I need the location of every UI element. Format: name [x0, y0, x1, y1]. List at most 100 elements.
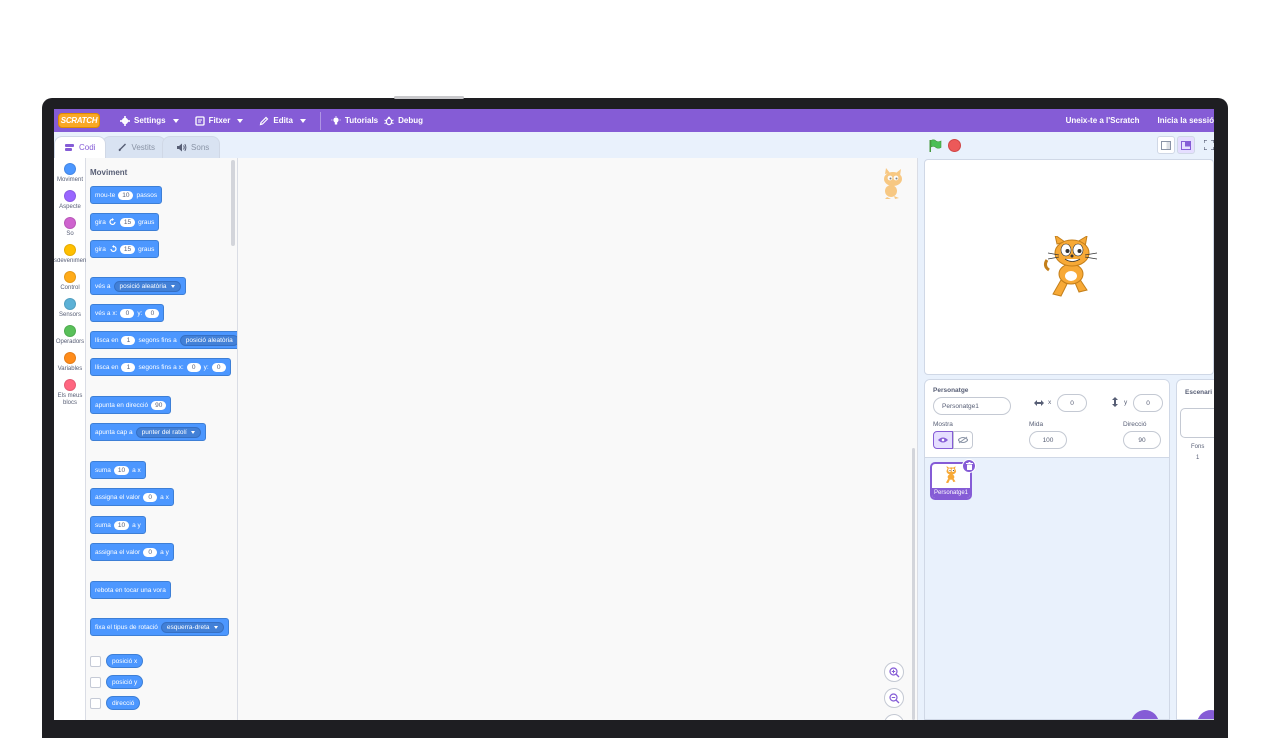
- delete-sprite-button[interactable]: [962, 459, 976, 473]
- category-variables[interactable]: Variables: [54, 352, 86, 373]
- category-operators[interactable]: Operadors: [54, 325, 86, 346]
- category-dot: [64, 244, 76, 256]
- stage-canvas[interactable]: [924, 159, 1214, 375]
- category-sound[interactable]: So: [54, 217, 86, 238]
- file-menu[interactable]: Fitxer: [187, 109, 252, 132]
- tab-code[interactable]: Codi: [54, 136, 107, 158]
- sprite-name-field[interactable]: Personatge1: [933, 397, 1011, 415]
- tab-costumes-label: Vestits: [131, 143, 156, 152]
- settings-menu[interactable]: Settings: [112, 109, 187, 132]
- zoom-reset-button[interactable]: [884, 714, 904, 720]
- fullscreen-button[interactable]: [1200, 136, 1214, 154]
- add-backdrop-button[interactable]: [1197, 710, 1214, 719]
- category-label: Els meus blocs: [57, 393, 83, 406]
- block-point-in-direction[interactable]: apunta en direcció 90: [90, 396, 172, 414]
- category-motion[interactable]: Moviment: [54, 163, 86, 184]
- tab-costumes[interactable]: Vestits: [102, 136, 167, 158]
- scratch-logo[interactable]: SCRATCH: [58, 113, 100, 128]
- block-bounce-on-edge[interactable]: rebota en tocar una vora: [90, 581, 171, 599]
- reporter-direction[interactable]: direcció: [106, 696, 141, 710]
- block-input[interactable]: 0: [143, 547, 158, 557]
- zoom-out-button[interactable]: [884, 688, 904, 708]
- block-input[interactable]: 15: [119, 217, 136, 227]
- sprite-pane: Personatge Personatge1 x 0 y 0 Mostra Mi…: [924, 379, 1170, 720]
- chevron-down-icon: [237, 118, 244, 123]
- reporter-checkbox[interactable]: [90, 677, 101, 688]
- category-dot: [64, 271, 76, 283]
- block-dropdown[interactable]: esquerra-dreta: [160, 621, 224, 633]
- cat-sprite-icon: [1043, 236, 1098, 297]
- palette-scrollbar[interactable]: [231, 160, 235, 246]
- block-input[interactable]: 15: [119, 244, 136, 254]
- block-set-rotation-style[interactable]: fixa el tipus de rotació esquerra-dreta: [90, 618, 229, 636]
- category-sensing[interactable]: Sensors: [54, 298, 86, 319]
- stop-button[interactable]: [948, 139, 961, 152]
- block-input[interactable]: 1: [121, 335, 136, 345]
- block-input[interactable]: 0: [120, 308, 135, 318]
- block-go-to-xy[interactable]: vés a x: 0 y: 0: [90, 304, 165, 322]
- block-input[interactable]: 90: [151, 400, 167, 410]
- block-set-x[interactable]: assigna el valor 0 a x: [90, 488, 174, 506]
- block-input[interactable]: 0: [211, 362, 226, 372]
- category-menu: Moviment Aspecte So Esdeveniments Contro…: [54, 158, 86, 720]
- normal-stage-button[interactable]: [1177, 136, 1195, 154]
- hide-sprite-button[interactable]: [953, 431, 973, 449]
- join-scratch-link[interactable]: Uneix-te a l'Scratch: [1058, 109, 1152, 132]
- reporter-checkbox[interactable]: [90, 698, 101, 709]
- block-input[interactable]: 10: [113, 465, 130, 475]
- block-input[interactable]: 0: [143, 492, 158, 502]
- block-turn-left[interactable]: gira 15 graus: [90, 240, 160, 258]
- category-label: Moviment: [56, 177, 83, 183]
- script-workspace[interactable]: [238, 158, 918, 720]
- block-move-steps[interactable]: mou-te 10 passos: [90, 186, 163, 204]
- block-input[interactable]: 10: [118, 190, 134, 200]
- stage-thumbnail[interactable]: [1180, 408, 1214, 438]
- reporter-checkbox[interactable]: [90, 656, 101, 667]
- category-dot: [64, 217, 76, 229]
- debug-button[interactable]: Debug: [380, 109, 431, 132]
- block-turn-right[interactable]: gira 15 graus: [90, 213, 160, 231]
- category-control[interactable]: Control: [54, 271, 86, 292]
- file-icon: [194, 115, 205, 126]
- show-sprite-button[interactable]: [933, 431, 953, 449]
- y-position-field[interactable]: 0: [1133, 394, 1163, 412]
- block-text: rebota en tocar una vora: [95, 586, 166, 594]
- account-area: Uneix-te a l'Scratch Inicia la sessió: [1058, 109, 1214, 132]
- direction-field[interactable]: 90: [1123, 431, 1161, 449]
- category-my-blocks[interactable]: Els meus blocs: [54, 379, 86, 407]
- zoom-in-button[interactable]: [884, 662, 904, 682]
- pencil-icon: [260, 116, 269, 125]
- block-text: suma: [95, 466, 111, 474]
- block-dropdown[interactable]: posició aleatòria: [179, 334, 237, 346]
- block-dropdown[interactable]: punter del ratolí: [135, 426, 201, 438]
- reporter-y-position[interactable]: posició y: [106, 675, 144, 689]
- tutorials-button[interactable]: Tutorials: [327, 109, 380, 132]
- category-looks[interactable]: Aspecte: [54, 190, 86, 211]
- tab-sounds[interactable]: Sons: [162, 136, 221, 158]
- x-position-field[interactable]: 0: [1057, 394, 1087, 412]
- block-text: passos: [136, 191, 158, 199]
- block-input[interactable]: 0: [145, 308, 160, 318]
- block-change-x[interactable]: suma 10 a x: [90, 461, 146, 479]
- block-input[interactable]: 1: [121, 362, 136, 372]
- block-glide-to-xy[interactable]: llisca en 1 segons fins a x: 0 y: 0: [90, 358, 231, 376]
- category-events[interactable]: Esdeveniments: [54, 244, 86, 265]
- block-input[interactable]: 10: [113, 520, 130, 530]
- block-set-y[interactable]: assigna el valor 0 a y: [90, 543, 174, 561]
- small-stage-button[interactable]: [1157, 136, 1175, 154]
- block-go-to[interactable]: vés a posició aleatòria: [90, 277, 186, 295]
- add-sprite-button[interactable]: [1131, 710, 1159, 719]
- block-glide-to[interactable]: llisca en 1 segons fins a posició aleatò…: [90, 331, 237, 349]
- edit-menu[interactable]: Edita: [251, 109, 314, 132]
- size-field[interactable]: 100: [1029, 431, 1067, 449]
- direction-label: Direcció: [1123, 421, 1147, 428]
- workspace-scrollbar[interactable]: [912, 448, 915, 720]
- block-dropdown[interactable]: posició aleatòria: [113, 280, 181, 292]
- sign-in-link[interactable]: Inicia la sessió: [1152, 109, 1214, 132]
- block-change-y[interactable]: suma 10 a y: [90, 516, 146, 534]
- block-point-towards[interactable]: apunta cap a punter del ratolí: [90, 423, 206, 441]
- green-flag-icon[interactable]: [928, 139, 942, 153]
- block-input[interactable]: 0: [186, 362, 201, 372]
- reporter-x-position[interactable]: posició x: [106, 654, 144, 668]
- chevron-down-icon: [170, 284, 175, 288]
